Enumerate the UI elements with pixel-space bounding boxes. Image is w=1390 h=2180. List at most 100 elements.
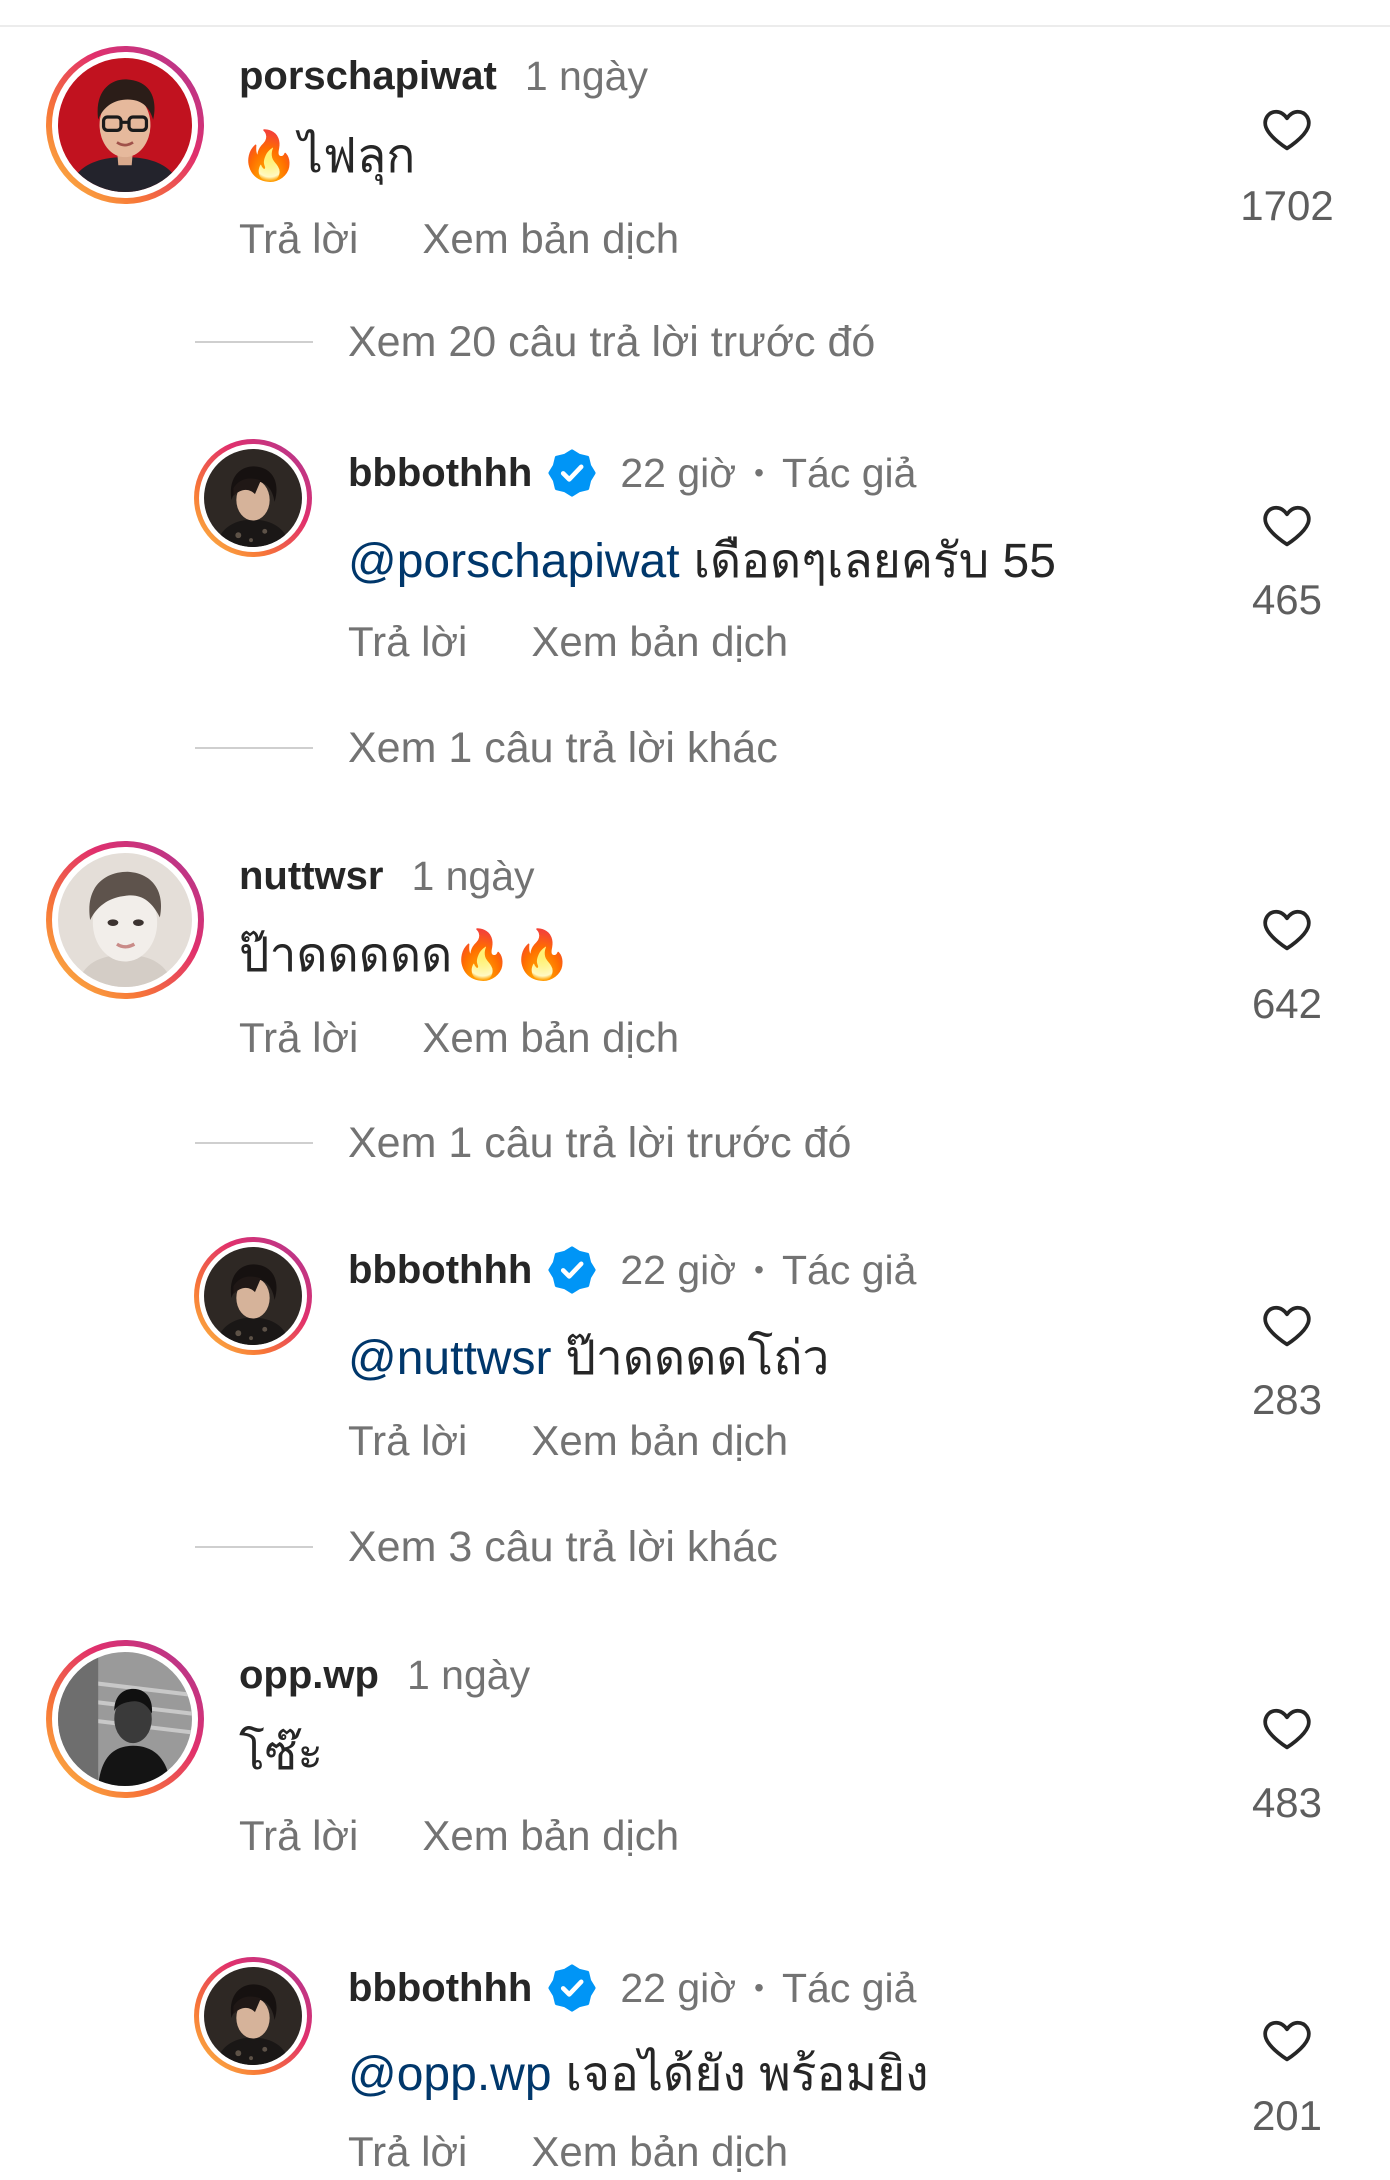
avatar-bbbothhh-image (204, 1247, 302, 1345)
reply-body: เจอได้ยัง พร้อมยิง (565, 2048, 929, 2101)
heart-icon (1263, 505, 1311, 547)
verified-badge-icon (548, 1964, 596, 2012)
like-count[interactable]: 465 (1227, 575, 1347, 625)
avatar-ring-gap (52, 847, 198, 993)
reply-button[interactable]: Trả lời (239, 215, 358, 262)
reply-header: bbbothhh 22 giờ • Tác giả (348, 1963, 916, 2013)
separator-dot: • (754, 1254, 764, 1285)
replies-divider-line (195, 341, 313, 343)
username[interactable]: porschapiwat (239, 51, 497, 101)
view-earlier-replies[interactable]: Xem 20 câu trả lời trước đó (195, 317, 875, 367)
avatar[interactable] (46, 841, 204, 999)
username[interactable]: opp.wp (239, 1650, 379, 1700)
avatar[interactable] (194, 1237, 312, 1355)
author-label: Tác giả (781, 450, 917, 496)
comment-header: porschapiwat 1 ngày (239, 51, 648, 101)
avatar-photo (204, 449, 302, 547)
see-translation-button[interactable]: Xem bản dịch (422, 215, 679, 262)
avatar[interactable] (194, 439, 312, 557)
like-count[interactable]: 483 (1227, 1778, 1347, 1828)
verified-badge-icon (548, 449, 596, 497)
like-button[interactable] (1259, 1700, 1315, 1756)
verified-badge-icon (548, 1246, 596, 1294)
comment-header: opp.wp 1 ngày (239, 1650, 530, 1700)
see-translation-button[interactable]: Xem bản dịch (531, 2128, 788, 2175)
replies-divider-line (195, 1142, 313, 1144)
view-more-replies-label: Xem 1 câu trả lời khác (348, 723, 778, 772)
see-translation-button[interactable]: Xem bản dịch (422, 1014, 679, 1061)
comment-body: ป๊าดดดดด🔥🔥 (239, 929, 572, 982)
reply-button[interactable]: Trả lời (348, 2128, 467, 2175)
comment-text: โซ๊ะ (239, 1724, 323, 1784)
avatar-photo (58, 58, 192, 192)
avatar-bbbothhh-image (204, 449, 302, 547)
reply-actions: Trả lời Xem bản dịch (348, 1416, 788, 1466)
heart-icon (1263, 1708, 1311, 1750)
reply-header: bbbothhh 22 giờ • Tác giả (348, 448, 916, 498)
avatar-photo (204, 1967, 302, 2065)
separator-dot: • (754, 457, 764, 488)
avatar[interactable] (46, 46, 204, 204)
avatar-ring-gap (199, 1242, 307, 1350)
timestamp: 1 ngày (411, 853, 535, 899)
username[interactable]: bbbothhh (348, 1963, 532, 2013)
verified-badge (548, 449, 596, 497)
like-count[interactable]: 283 (1227, 1375, 1347, 1425)
reply-actions: Trả lời Xem bản dịch (348, 617, 788, 667)
like-count[interactable]: 201 (1227, 2091, 1347, 2141)
replies-divider-line (195, 747, 313, 749)
reply-text: @opp.wp เจอได้ยัง พร้อมยิง (348, 2045, 929, 2105)
username[interactable]: bbbothhh (348, 448, 532, 498)
view-earlier-replies[interactable]: Xem 1 câu trả lời trước đó (195, 1118, 851, 1168)
view-more-replies[interactable]: Xem 1 câu trả lời khác (195, 723, 778, 773)
reply-header: bbbothhh 22 giờ • Tác giả (348, 1245, 916, 1295)
avatar-photo (58, 1652, 192, 1786)
view-earlier-replies-label: Xem 20 câu trả lời trước đó (348, 317, 876, 366)
like-button[interactable] (1259, 1297, 1315, 1353)
author-label: Tác giả (781, 1965, 917, 2011)
timestamp: 1 ngày (406, 1652, 531, 1698)
avatar-bbbothhh-image (204, 1967, 302, 2065)
comment-header: nuttwsr 1 ngày (239, 851, 535, 901)
timestamp: 22 giờ (620, 450, 737, 496)
username[interactable]: bbbothhh (348, 1245, 532, 1295)
author-label: Tác giả (781, 1247, 917, 1293)
view-earlier-replies-label: Xem 1 câu trả lời trước đó (348, 1118, 852, 1167)
reply-button[interactable]: Trả lời (239, 1014, 358, 1061)
reply-button[interactable]: Trả lời (348, 1417, 467, 1464)
verified-badge (548, 1246, 596, 1294)
like-button[interactable] (1259, 497, 1315, 553)
reply-button[interactable]: Trả lời (239, 1812, 358, 1859)
reply-body: เดือดๆเลยครับ 55 (693, 535, 1056, 588)
reply-text: @porschapiwat เดือดๆเลยครับ 55 (348, 532, 1056, 592)
avatar-photo (58, 853, 192, 987)
reply-button[interactable]: Trả lời (348, 618, 467, 665)
like-button[interactable] (1259, 901, 1315, 957)
see-translation-button[interactable]: Xem bản dịch (531, 1417, 788, 1464)
username[interactable]: nuttwsr (239, 851, 383, 901)
avatar[interactable] (194, 1957, 312, 2075)
see-translation-button[interactable]: Xem bản dịch (422, 1812, 679, 1859)
heart-icon (1263, 2020, 1311, 2062)
see-translation-button[interactable]: Xem bản dịch (531, 618, 788, 665)
comments-page: porschapiwat 1 ngày 🔥ไฟลุก Trả lời Xem bả… (0, 0, 1390, 2180)
heart-icon (1263, 109, 1311, 151)
view-more-replies-label: Xem 3 câu trả lời khác (348, 1522, 778, 1571)
comment-actions: Trả lời Xem bản dịch (239, 214, 679, 264)
like-button[interactable] (1259, 2012, 1315, 2068)
heart-icon (1263, 909, 1311, 951)
mention-link[interactable]: @porschapiwat (348, 535, 680, 588)
heart-icon (1263, 1305, 1311, 1347)
avatar-porschapiwat-image (58, 58, 192, 192)
view-more-replies[interactable]: Xem 3 câu trả lời khác (195, 1522, 778, 1572)
comment-actions: Trả lời Xem bản dịch (239, 1811, 679, 1861)
like-count[interactable]: 642 (1227, 979, 1347, 1029)
replies-divider-line (195, 1546, 313, 1548)
like-button[interactable] (1259, 101, 1315, 157)
mention-link[interactable]: @nuttwsr (348, 1332, 551, 1385)
like-count[interactable]: 1702 (1227, 181, 1347, 231)
avatar-ring-gap (52, 1646, 198, 1792)
avatar[interactable] (46, 1640, 204, 1798)
avatar-opp-wp-image (58, 1652, 192, 1786)
mention-link[interactable]: @opp.wp (348, 2048, 552, 2101)
